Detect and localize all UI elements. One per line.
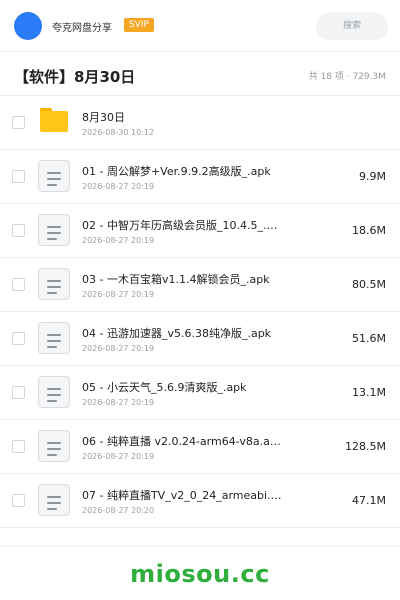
row-checkbox[interactable] [12, 332, 25, 345]
svip-badge: SVIP [124, 18, 154, 32]
item-name[interactable]: 06 - 纯粹直播 v2.0.24-arm64-v8a.apk [82, 433, 282, 449]
item-name[interactable]: 04 - 迅游加速器_v5.6.38纯净版_.apk [82, 325, 282, 341]
file-icon [38, 430, 70, 462]
list-item[interactable]: 02 - 中智万年历高级会员版_10.4.5_.apk 2026-08-27 2… [0, 204, 400, 258]
list-item[interactable]: 06 - 纯粹直播 v2.0.24-arm64-v8a.apk 2026-08-… [0, 420, 400, 474]
item-size: 18.6M [352, 224, 386, 237]
file-icon [38, 268, 70, 300]
item-size: 80.5M [352, 278, 386, 291]
item-name[interactable]: 07 - 纯粹直播TV_v2_0_24_armeabi.apk [82, 487, 282, 503]
item-name[interactable]: 02 - 中智万年历高级会员版_10.4.5_.apk [82, 217, 282, 233]
row-checkbox[interactable] [12, 494, 25, 507]
item-size: 9.9M [359, 170, 386, 183]
item-name[interactable]: 03 - 一木百宝箱v1.1.4解锁会员_.apk [82, 271, 282, 287]
list-item[interactable]: 05 - 小云天气_5.6.9清爽版_.apk 2026-08-27 20:19… [0, 366, 400, 420]
item-date: 2026-08-27 20:19 [82, 344, 155, 353]
item-size: 51.6M [352, 332, 386, 345]
list-item[interactable]: 01 - 周公解梦+Ver.9.9.2高级版_.apk 2026-08-27 2… [0, 150, 400, 204]
row-checkbox[interactable] [12, 278, 25, 291]
page-title: 【软件】8月30日 [14, 68, 136, 86]
folder-title-bar: 【软件】8月30日 共 18 项 · 729.3M [0, 52, 400, 96]
file-icon [38, 214, 70, 246]
file-list: 8月30日 2026-08-30 10:12 01 - 周公解梦+Ver.9.9… [0, 96, 400, 528]
list-item[interactable]: 07 - 纯粹直播TV_v2_0_24_armeabi.apk 2026-08-… [0, 474, 400, 528]
row-checkbox[interactable] [12, 170, 25, 183]
item-date: 2026-08-27 20:19 [82, 452, 155, 461]
item-name[interactable]: 8月30日 [82, 109, 282, 125]
avatar[interactable] [14, 12, 42, 40]
row-checkbox[interactable] [12, 224, 25, 237]
list-item[interactable]: 03 - 一木百宝箱v1.1.4解锁会员_.apk 2026-08-27 20:… [0, 258, 400, 312]
header: 夸克网盘分享 SVIP 搜索 [0, 0, 400, 52]
item-date: 2026-08-27 20:20 [82, 506, 155, 515]
row-checkbox[interactable] [12, 440, 25, 453]
user-name[interactable]: 夸克网盘分享 [52, 19, 112, 34]
item-name[interactable]: 01 - 周公解梦+Ver.9.9.2高级版_.apk [82, 163, 282, 179]
file-icon [38, 322, 70, 354]
item-date: 2026-08-27 20:19 [82, 182, 155, 191]
item-date: 2026-08-30 10:12 [82, 128, 155, 137]
folder-icon [40, 108, 68, 132]
row-checkbox[interactable] [12, 116, 25, 129]
item-name[interactable]: 05 - 小云天气_5.6.9清爽版_.apk [82, 379, 282, 395]
item-date: 2026-08-27 20:19 [82, 236, 155, 245]
file-icon [38, 160, 70, 192]
list-item[interactable]: 04 - 迅游加速器_v5.6.38纯净版_.apk 2026-08-27 20… [0, 312, 400, 366]
item-date: 2026-08-27 20:19 [82, 398, 155, 407]
list-item[interactable]: 8月30日 2026-08-30 10:12 [0, 96, 400, 150]
item-size: 128.5M [345, 440, 386, 453]
item-size: 13.1M [352, 386, 386, 399]
item-date: 2026-08-27 20:19 [82, 290, 155, 299]
item-size: 47.1M [352, 494, 386, 507]
row-checkbox[interactable] [12, 386, 25, 399]
divider [0, 546, 400, 547]
folder-stats: 共 18 项 · 729.3M [308, 72, 386, 82]
file-icon [38, 376, 70, 408]
search-button[interactable]: 搜索 [316, 12, 388, 40]
watermark: miosou.cc [130, 560, 270, 588]
file-icon [38, 484, 70, 516]
